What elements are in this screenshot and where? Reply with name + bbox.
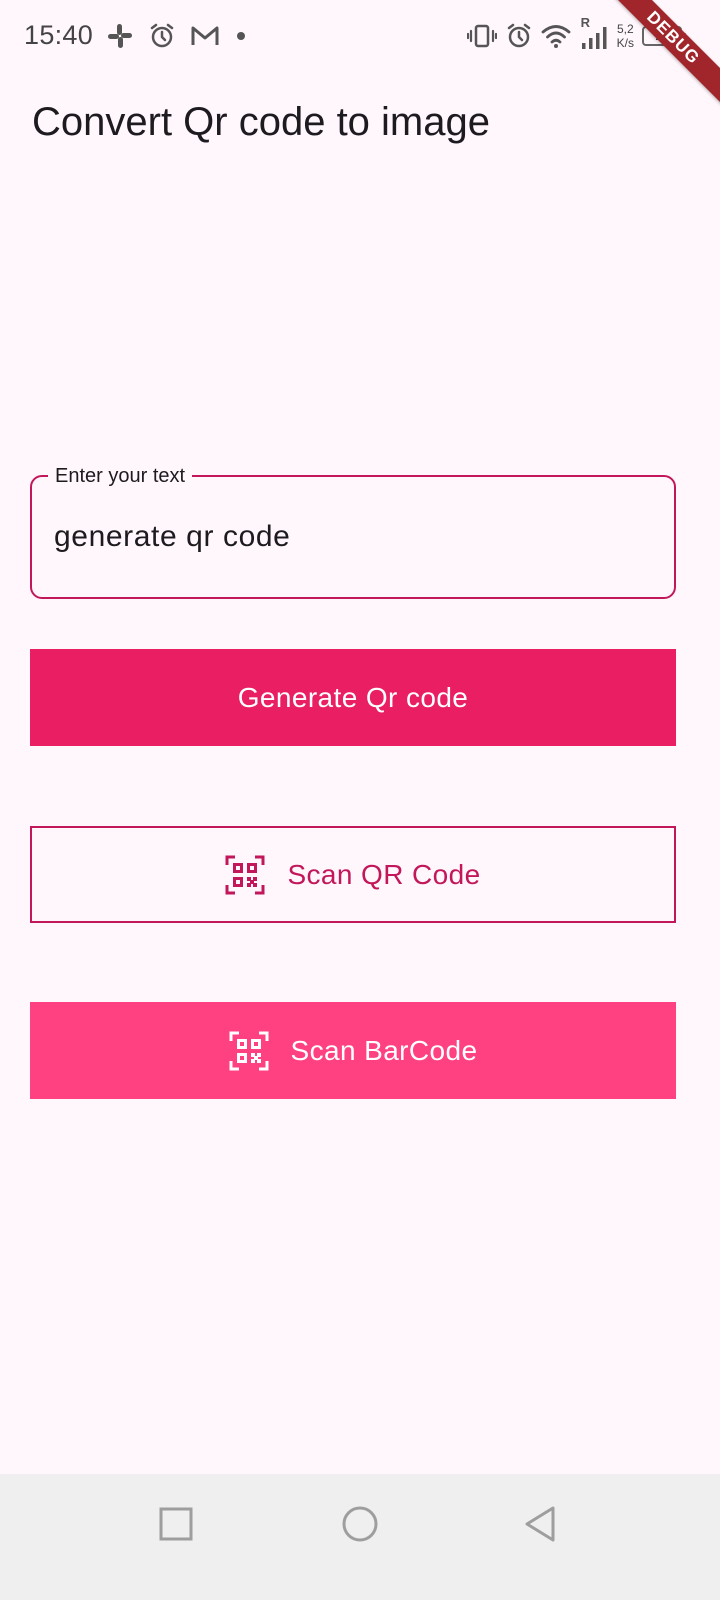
status-bar: 15:40 R 5,2 K/s [0, 0, 720, 72]
scan-qr-button[interactable]: Scan QR Code [30, 826, 676, 923]
network-speed-unit: K/s [616, 36, 634, 50]
network-speed-value: 5,2 [616, 22, 634, 36]
back-icon [523, 1505, 557, 1548]
qr-code-scanner-icon [225, 855, 265, 895]
signal-icon: R [579, 15, 609, 51]
slack-icon [106, 22, 134, 50]
qr-code-scanner-icon [229, 1031, 269, 1071]
notification-dot-icon [234, 29, 248, 43]
text-input-field[interactable]: Enter your text [30, 463, 676, 599]
home-button[interactable] [336, 1502, 384, 1550]
scan-barcode-button-label: Scan BarCode [290, 1034, 478, 1066]
network-speed: 5,2 K/s [617, 22, 634, 50]
alarm-icon [505, 22, 533, 50]
page-title: Convert Qr code to image [32, 100, 490, 144]
text-input[interactable] [54, 477, 654, 597]
back-button[interactable] [516, 1502, 564, 1550]
generate-qr-button[interactable]: Generate Qr code [30, 649, 676, 746]
vibrate-icon [466, 22, 497, 50]
recents-button[interactable] [152, 1502, 200, 1550]
scan-barcode-button[interactable]: Scan BarCode [30, 1002, 676, 1099]
wifi-icon [541, 23, 571, 49]
gmail-icon [190, 23, 220, 49]
status-time: 15:40 [24, 20, 94, 50]
signal-roaming-label: R [580, 15, 591, 30]
scan-qr-button-label: Scan QR Code [287, 858, 481, 890]
recents-icon [159, 1507, 193, 1546]
navigation-bar [0, 1474, 720, 1600]
status-left-icons [106, 20, 248, 52]
alarm-icon [148, 22, 176, 50]
home-icon [341, 1505, 379, 1548]
generate-qr-button-label: Generate Qr code [237, 681, 469, 713]
